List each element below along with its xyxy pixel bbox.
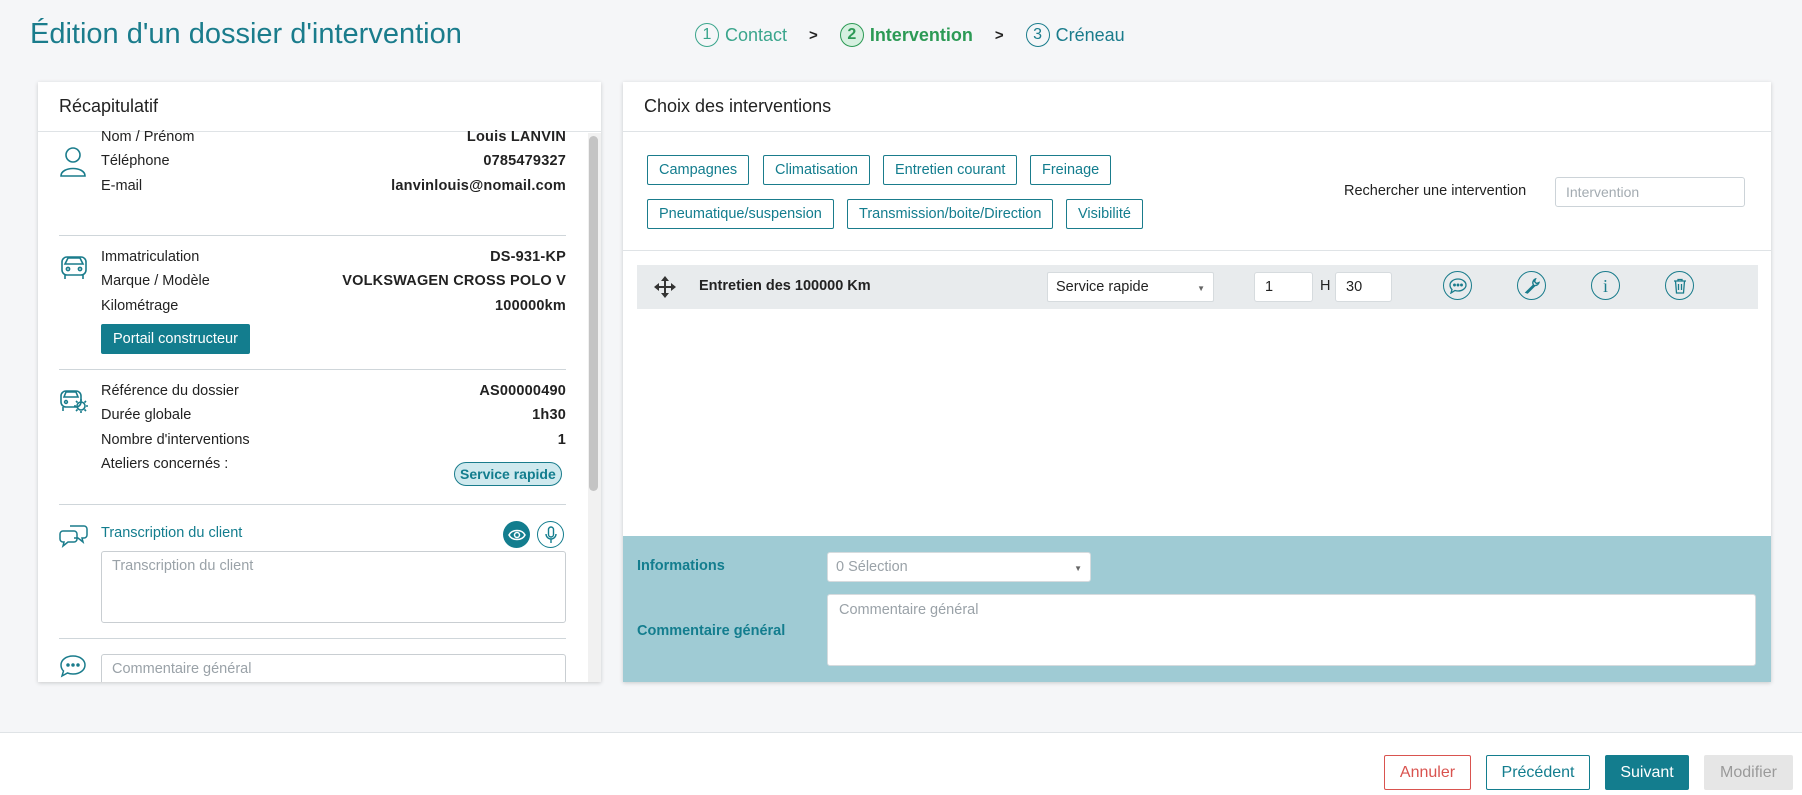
chip-climatisation[interactable]: Climatisation: [763, 155, 870, 185]
vehicle-plate-row: Immatriculation DS-931-KP: [101, 249, 566, 265]
dossier-duration-label: Durée globale: [101, 407, 192, 423]
step-contact[interactable]: 1 Contact: [695, 23, 787, 47]
vehicle-km-row: Kilométrage 100000km: [101, 298, 566, 314]
informations-select[interactable]: 0 Sélection ▼: [827, 552, 1091, 582]
step-intervention[interactable]: 2 Intervention: [839, 23, 973, 47]
chip-entretien-courant[interactable]: Entretien courant: [883, 155, 1018, 185]
informations-select-value: 0 Sélection: [836, 559, 908, 575]
wrench-icon[interactable]: [1517, 271, 1546, 300]
dossier-ref-value: AS00000490: [479, 383, 566, 399]
dossier-count-row: Nombre d'interventions 1: [101, 432, 566, 448]
comment-icon: [59, 654, 89, 682]
client-email-value: lanvinlouis@nomail.com: [391, 178, 566, 194]
divider: [59, 369, 566, 370]
modify-button[interactable]: Modifier: [1704, 755, 1793, 790]
chevron-down-icon: ▼: [1074, 564, 1082, 573]
stepper: 1 Contact > 2 Intervention > 3 Créneau: [695, 23, 1125, 47]
divider: [59, 235, 566, 236]
workshop-select-value: Service rapide: [1056, 279, 1149, 295]
chat-bubbles-icon: [59, 522, 89, 556]
info-panel: Informations 0 Sélection ▼ Commentaire g…: [623, 536, 1771, 682]
step-label: Créneau: [1055, 24, 1125, 45]
vehicle-km-label: Kilométrage: [101, 298, 179, 314]
chevron-down-icon: ▼: [1197, 284, 1205, 293]
manufacturer-portal-button[interactable]: Portail constructeur: [101, 324, 250, 354]
step-label: Contact: [725, 24, 788, 45]
chip-campagnes[interactable]: Campagnes: [647, 155, 750, 185]
client-email-label: E-mail: [101, 178, 143, 194]
client-name-label: Nom / Prénom: [101, 129, 195, 145]
chip-visibilite[interactable]: Visibilité: [1066, 199, 1143, 229]
page-title: Édition d'un dossier d'intervention: [30, 18, 462, 50]
client-name-value: Louis LANVIN: [466, 129, 566, 145]
client-phone-row: Téléphone 0785479327: [101, 153, 566, 169]
eye-icon[interactable]: [503, 521, 530, 548]
dossier-duration-value: 1h30: [532, 407, 566, 423]
step-creneau[interactable]: 3 Créneau: [1025, 23, 1125, 47]
hours-input[interactable]: 1: [1254, 272, 1313, 302]
minutes-input[interactable]: 30: [1335, 272, 1392, 302]
interventions-title: Choix des interventions: [623, 82, 1771, 132]
recap-card: Récapitulatif Nom / Prénom Louis LANVIN …: [38, 82, 601, 682]
vehicle-model-label: Marque / Modèle: [101, 273, 210, 289]
informations-label: Informations: [637, 558, 725, 574]
scrollbar-thumb[interactable]: [589, 136, 598, 491]
step-separator: >: [994, 26, 1004, 44]
intervention-row: Entretien des 100000 Km Service rapide ▼…: [637, 265, 1758, 309]
step-number: 2: [839, 23, 864, 47]
user-icon: [59, 146, 89, 180]
intervention-title: Entretien des 100000 Km: [699, 278, 871, 294]
chip-freinage[interactable]: Freinage: [1030, 155, 1112, 185]
chip-transmission[interactable]: Transmission/boite/Direction: [847, 199, 1054, 229]
general-comment-label: Commentaire général: [637, 623, 786, 639]
step-number: 3: [1025, 23, 1050, 47]
trash-icon[interactable]: [1665, 271, 1694, 300]
client-phone-value: 0785479327: [483, 153, 566, 169]
step-separator: >: [809, 26, 818, 44]
drag-move-icon[interactable]: [653, 275, 677, 304]
car-icon: [59, 250, 89, 284]
step-label: Intervention: [869, 24, 973, 45]
transcription-label: Transcription du client: [101, 525, 243, 541]
client-phone-label: Téléphone: [101, 153, 170, 169]
dossier-ref-row: Référence du dossier AS00000490: [101, 383, 566, 399]
divider: [623, 250, 1771, 251]
search-input[interactable]: Intervention: [1555, 177, 1745, 207]
general-comment-input[interactable]: Commentaire général: [827, 594, 1756, 666]
dossier-ref-label: Référence du dossier: [101, 383, 239, 399]
hours-unit-label: H: [1320, 278, 1331, 294]
next-button[interactable]: Suivant: [1605, 755, 1689, 790]
workshop-select[interactable]: Service rapide ▼: [1047, 272, 1214, 302]
vehicle-km-value: 100000km: [495, 298, 566, 314]
transcription-textarea[interactable]: Transcription du client: [101, 551, 566, 623]
chip-pneumatique[interactable]: Pneumatique/suspension: [647, 199, 834, 229]
step-number: 1: [695, 23, 719, 47]
divider: [59, 504, 566, 505]
recap-title: Récapitulatif: [38, 82, 601, 132]
general-comment-textarea[interactable]: Commentaire général: [101, 654, 566, 682]
vehicle-model-row: Marque / Modèle VOLKSWAGEN CROSS POLO V: [101, 273, 566, 289]
divider: [59, 638, 566, 639]
workshop-badge: Service rapide: [454, 462, 562, 486]
dossier-count-label: Nombre d'interventions: [101, 432, 250, 448]
info-icon[interactable]: i: [1591, 271, 1620, 300]
microphone-icon[interactable]: [537, 521, 564, 548]
previous-button[interactable]: Précédent: [1486, 755, 1590, 790]
dossier-count-value: 1: [557, 432, 566, 448]
dossier-workshops-label: Ateliers concernés :: [101, 456, 229, 472]
vehicle-plate-value: DS-931-KP: [490, 249, 566, 265]
interventions-card: Choix des interventions Campagnes Climat…: [623, 82, 1771, 682]
dossier-duration-row: Durée globale 1h30: [101, 407, 566, 423]
vehicle-model-value: VOLKSWAGEN CROSS POLO V: [342, 273, 566, 289]
footer-divider: [0, 732, 1802, 733]
client-email-row: E-mail lanvinlouis@nomail.com: [101, 178, 566, 194]
car-settings-icon: [59, 384, 89, 418]
cancel-button[interactable]: Annuler: [1384, 755, 1471, 790]
search-label: Rechercher une intervention: [1344, 183, 1527, 199]
comment-icon[interactable]: [1443, 271, 1472, 300]
vehicle-plate-label: Immatriculation: [101, 249, 200, 265]
client-name-row: Nom / Prénom Louis LANVIN: [101, 129, 566, 145]
